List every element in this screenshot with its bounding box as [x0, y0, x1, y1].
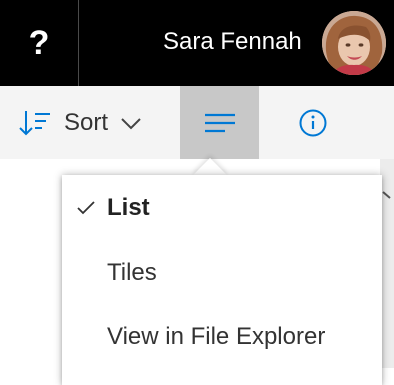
menu-item-label: List [107, 194, 150, 221]
help-icon: ? [28, 23, 50, 62]
menu-item-list[interactable]: List [62, 176, 382, 240]
user-name[interactable]: Sara Fennah [163, 26, 302, 58]
chevron-down-icon [121, 117, 141, 129]
sort-icon [19, 110, 50, 135]
sort-label: Sort [64, 108, 109, 136]
menu-item-view-in-file-explorer[interactable]: View in File Explorer [62, 305, 382, 369]
info-icon [299, 109, 327, 136]
view-options-button[interactable] [180, 86, 259, 159]
list-view-icon [204, 113, 235, 132]
info-button[interactable] [290, 86, 336, 159]
sort-button[interactable]: Sort [18, 86, 168, 159]
top-bar: ? Sara Fennah [0, 0, 394, 86]
menu-item-label: Tiles [107, 259, 157, 286]
menu-item-label: View in File Explorer [107, 323, 326, 350]
help-button[interactable]: ? [0, 0, 78, 86]
avatar[interactable] [322, 11, 386, 75]
command-bar: Sort [0, 86, 394, 159]
divider [78, 0, 79, 86]
checkmark-icon [77, 201, 95, 215]
avatar-photo [322, 11, 386, 75]
menu-item-tiles[interactable]: Tiles [62, 241, 382, 305]
scroll-arrow-icon[interactable] [381, 189, 393, 201]
